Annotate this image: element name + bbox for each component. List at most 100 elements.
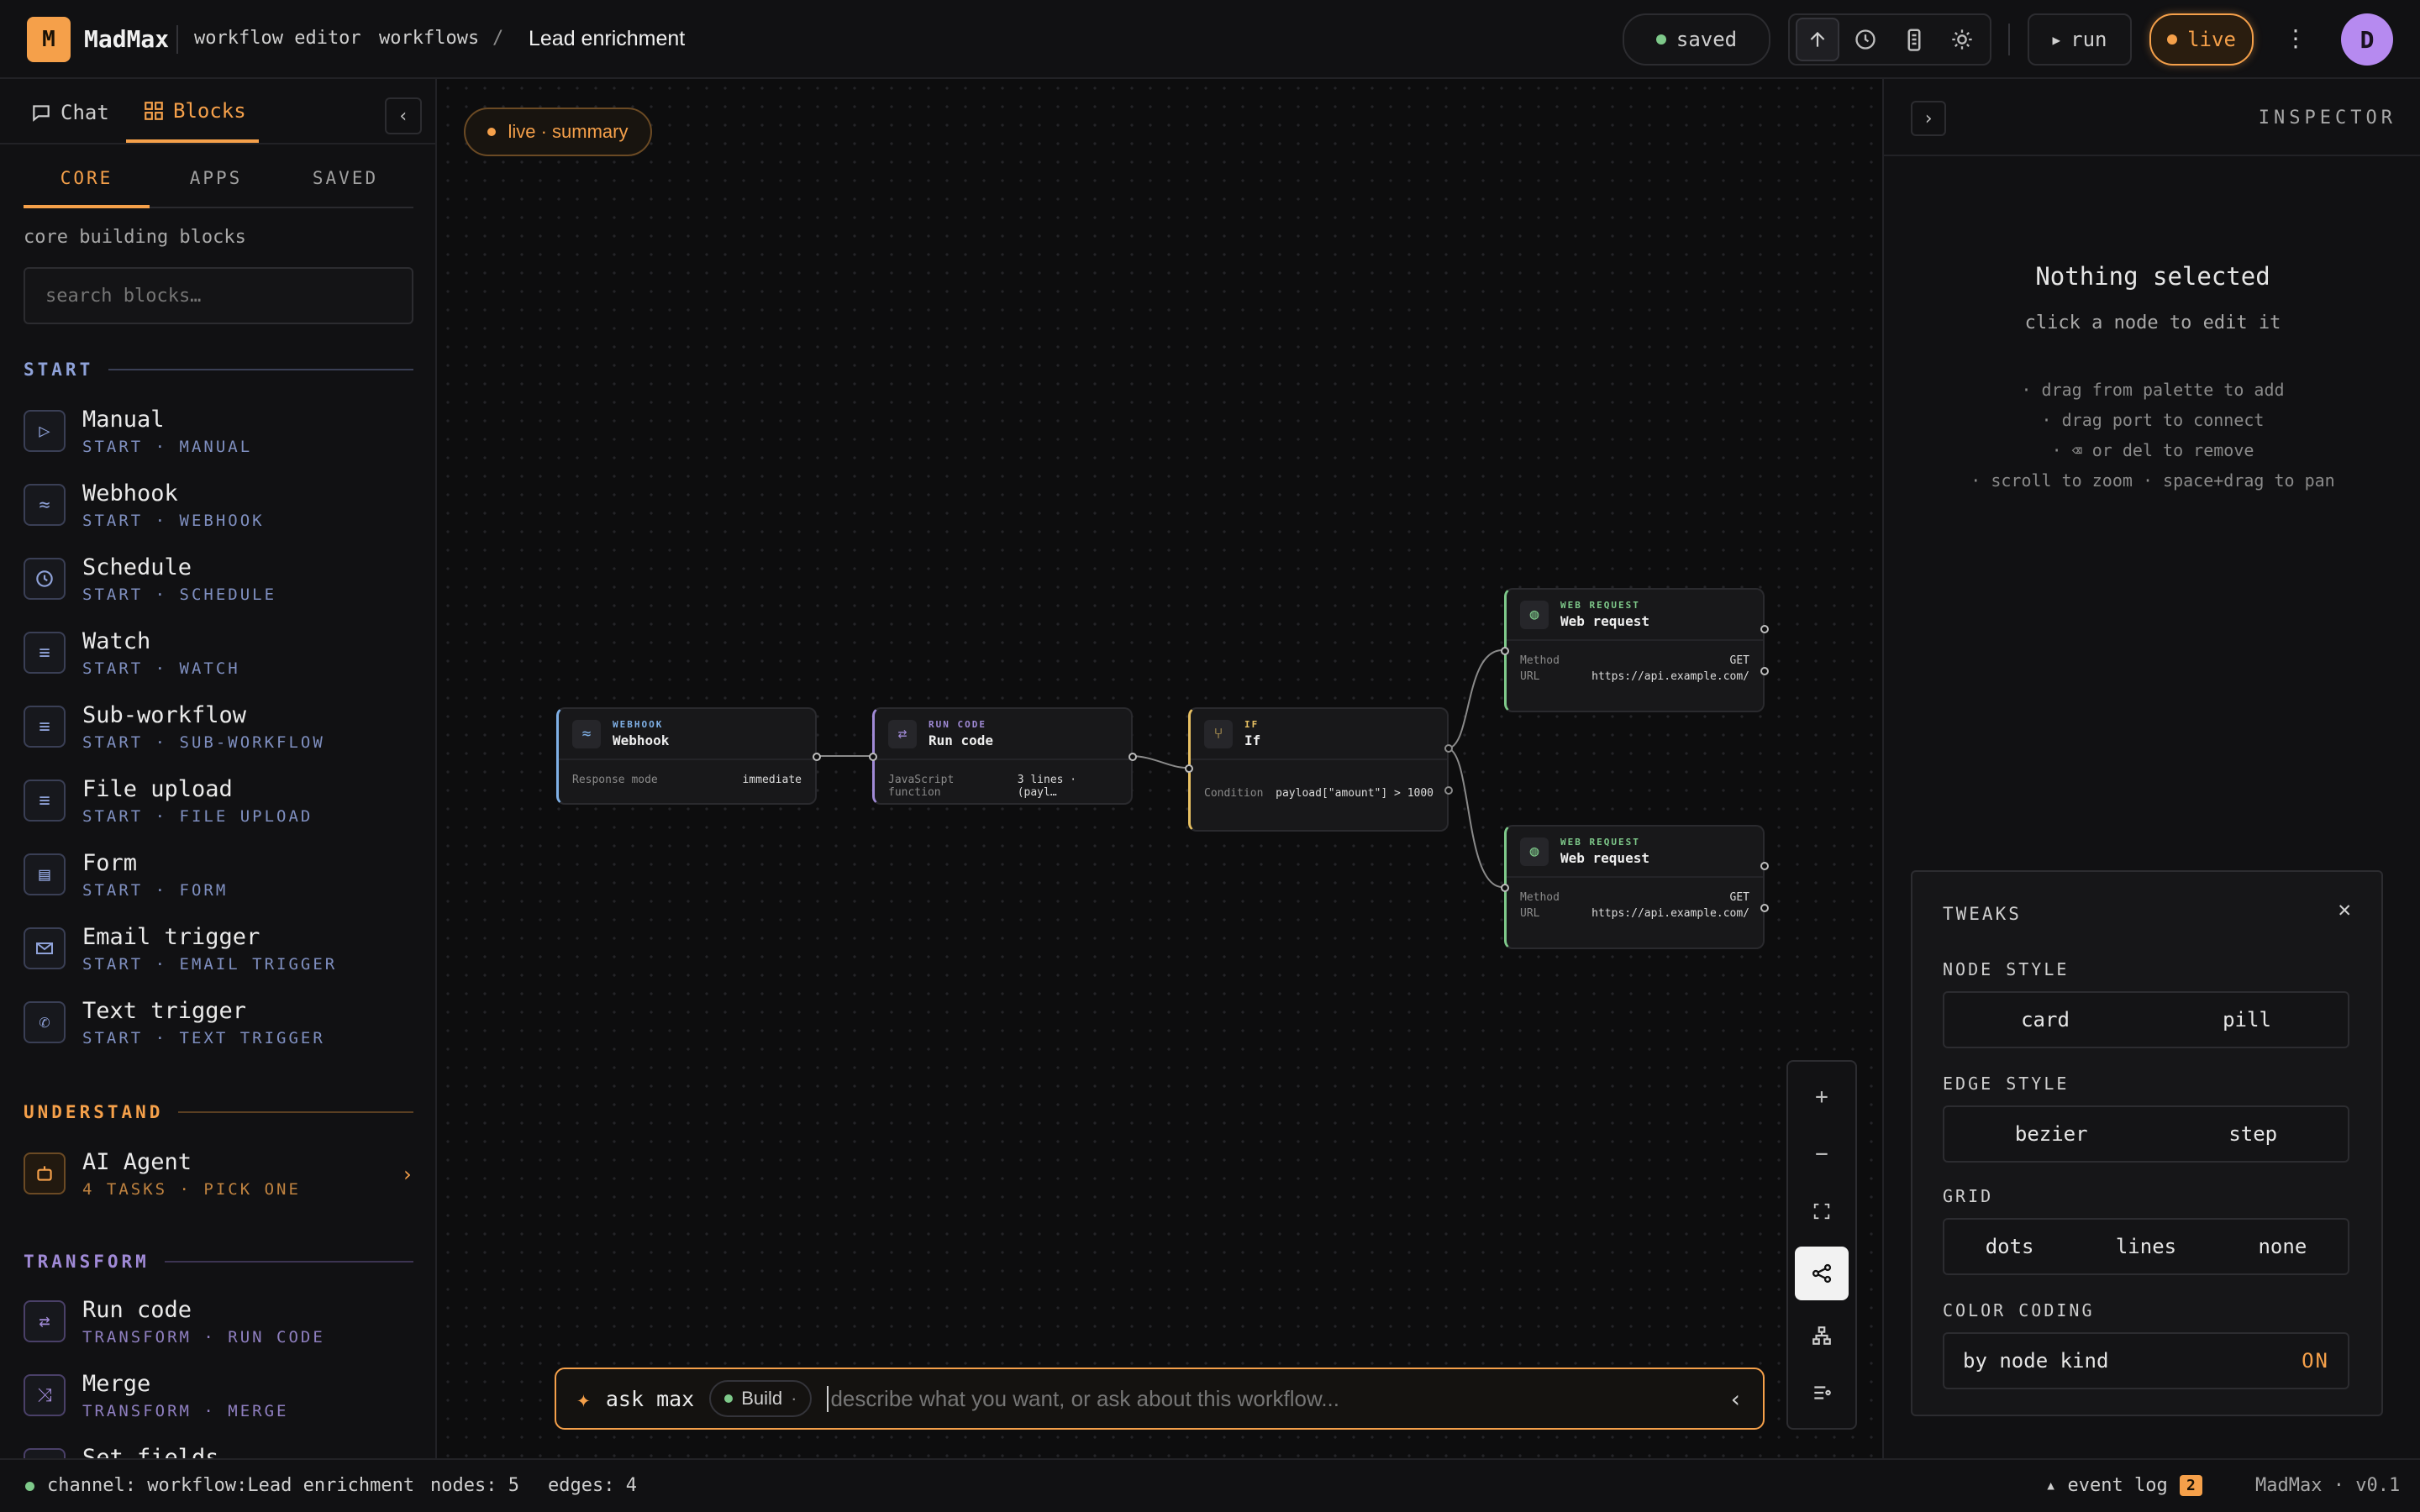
tips-list: · drag from palette to add · drag port t… xyxy=(1884,375,2420,496)
false-port[interactable] xyxy=(1444,786,1453,795)
node-if[interactable]: ⑂ IF If Condition payload["amount"] > 100… xyxy=(1185,707,1453,832)
blocks-sidebar: Chat Blocks ‹ CORE APPS SAVED core build… xyxy=(0,79,437,1458)
block-form[interactable]: ▤ Form START · FORM xyxy=(24,847,413,921)
app-logo[interactable]: M xyxy=(27,17,71,62)
block-schedule[interactable]: Schedule START · SCHEDULE xyxy=(24,551,413,625)
chat-icon xyxy=(33,105,50,122)
collapse-inspector-button[interactable]: › xyxy=(1911,101,1946,136)
collapse-sidebar-button[interactable]: ‹ xyxy=(385,97,422,134)
fit-icon[interactable] xyxy=(1800,1189,1844,1233)
output-port[interactable] xyxy=(1128,753,1137,761)
node-run-code[interactable]: ⇄ RUN CODE Run code JavaScript function 3… xyxy=(869,707,1137,805)
block-manual[interactable]: ▷ Manual START · MANUAL xyxy=(24,403,413,477)
sun-icon[interactable] xyxy=(1940,18,1984,61)
more-vert-icon[interactable]: ⋮ xyxy=(2284,25,2307,52)
block-sub: START · WATCH xyxy=(82,659,240,678)
input-port[interactable] xyxy=(1185,764,1193,773)
output-port[interactable] xyxy=(1760,862,1769,870)
event-count-badge: 2 xyxy=(2180,1475,2202,1496)
battery-icon[interactable] xyxy=(1892,18,1936,61)
live-button[interactable]: live xyxy=(2149,13,2254,66)
tweaks-panel: TWEAKS ✕ NODE STYLE card pill EDGE STYLE… xyxy=(1911,870,2383,1416)
block-sub-workflow[interactable]: ≡ Sub-workflow START · SUB-WORKFLOW xyxy=(24,699,413,773)
event-log-toggle[interactable]: ▴ event log xyxy=(2045,1475,2168,1496)
block-watch[interactable]: ≡ Watch START · WATCH xyxy=(24,625,413,699)
block-name: Webhook xyxy=(82,480,178,507)
true-port[interactable] xyxy=(1444,744,1453,753)
color-coding-toggle[interactable]: by node kind ON xyxy=(1943,1332,2349,1389)
branch-icon: ⑂ xyxy=(1204,719,1233,748)
channel-label: channel: workflow:Lead enrichment xyxy=(47,1475,415,1496)
history-icon[interactable] xyxy=(1844,18,1887,61)
option-lines[interactable]: lines xyxy=(2116,1235,2176,1258)
field-key: Method xyxy=(1520,654,1560,667)
section-title: TRANSFORM xyxy=(24,1252,150,1272)
block-ai-agent[interactable]: AI Agent 4 TASKS · PICK ONE › xyxy=(24,1146,413,1220)
field-key: Response mode xyxy=(572,774,658,786)
zoom-in-icon[interactable]: + xyxy=(1800,1075,1844,1119)
section-transform-heading: TRANSFORM xyxy=(24,1252,413,1272)
empty-title: Nothing selected xyxy=(2035,262,2270,291)
color-coding-label: COLOR CODING xyxy=(1943,1300,2095,1320)
input-port[interactable] xyxy=(1501,647,1509,655)
divider xyxy=(178,1111,413,1113)
zoom-out-icon[interactable]: − xyxy=(1800,1132,1844,1176)
block-sub: START · FORM xyxy=(82,881,229,900)
error-port[interactable] xyxy=(1760,667,1769,675)
breadcrumb-current[interactable]: Lead enrichment xyxy=(529,27,685,51)
block-sub: START · MANUAL xyxy=(82,438,253,456)
option-bezier[interactable]: bezier xyxy=(2015,1122,2088,1146)
hierarchy-icon[interactable] xyxy=(1800,1314,1844,1357)
tab-blocks[interactable]: Blocks xyxy=(143,99,246,123)
node-webhook[interactable]: ≈ WEBHOOK Webhook Response mode immediate xyxy=(556,707,821,805)
block-email-trigger[interactable]: Email trigger START · EMAIL TRIGGER xyxy=(24,921,413,995)
workflow-canvas[interactable]: live · summary ≈ WEBHOOK Webhook Respons… xyxy=(439,79,1882,1458)
option-dots[interactable]: dots xyxy=(1986,1235,2034,1258)
subtab-apps[interactable]: APPS xyxy=(153,168,279,188)
subtab-core[interactable]: CORE xyxy=(24,168,150,188)
block-file-upload[interactable]: ≡ File upload START · FILE UPLOAD xyxy=(24,773,413,847)
input-port[interactable] xyxy=(1501,884,1509,892)
block-text-trigger[interactable]: ✆ Text trigger START · TEXT TRIGGER xyxy=(24,995,413,1068)
field-value: payload["amount"] > 1000 xyxy=(1276,787,1434,800)
sparkle-icon: ✦ xyxy=(576,1384,591,1413)
node-web-request-1[interactable]: ◍ WEB REQUEST Web request Method GET URL h… xyxy=(1501,588,1769,712)
block-name: Email trigger xyxy=(82,924,260,950)
chevron-right-icon: › xyxy=(1923,108,1934,129)
subtab-saved[interactable]: SAVED xyxy=(282,168,408,188)
option-card[interactable]: card xyxy=(2021,1008,2070,1032)
block-set-fields[interactable]: ≡ Set fields xyxy=(24,1441,413,1458)
block-name: File upload xyxy=(82,776,233,802)
node-web-request-2[interactable]: ◍ WEB REQUEST Web request Method GET URL h… xyxy=(1501,825,1769,949)
ask-max-input[interactable] xyxy=(827,1385,1714,1412)
error-port[interactable] xyxy=(1760,904,1769,912)
block-sub: 4 TASKS · PICK ONE xyxy=(82,1180,301,1199)
option-step[interactable]: step xyxy=(2228,1122,2277,1146)
block-name: Text trigger xyxy=(82,998,247,1024)
input-port[interactable] xyxy=(869,753,877,761)
block-webhook[interactable]: ≈ Webhook START · WEBHOOK xyxy=(24,477,413,551)
field-key: Condition xyxy=(1204,787,1264,800)
share-graph-icon[interactable] xyxy=(1795,1247,1849,1300)
output-port[interactable] xyxy=(813,753,821,761)
upload-icon[interactable] xyxy=(1795,18,1839,61)
mode-caret-icon: · xyxy=(791,1388,797,1409)
output-port[interactable] xyxy=(1760,625,1769,633)
run-button[interactable]: ▶ run xyxy=(2028,13,2132,66)
app-name: MadMax xyxy=(84,25,170,53)
breadcrumb-workflows[interactable]: workflows xyxy=(379,28,479,49)
mode-select[interactable]: Build · xyxy=(709,1380,813,1417)
top-bar: M MadMax workflow editor workflows / Lea… xyxy=(0,0,2420,79)
block-name: Set fields xyxy=(82,1445,219,1458)
search-blocks-input[interactable] xyxy=(24,267,413,324)
option-none[interactable]: none xyxy=(2258,1235,2307,1258)
tab-chat[interactable]: Chat xyxy=(30,101,109,124)
option-pill[interactable]: pill xyxy=(2223,1008,2271,1032)
list-settings-icon[interactable] xyxy=(1800,1371,1844,1415)
block-merge[interactable]: ⤨ Merge TRANSFORM · MERGE xyxy=(24,1368,413,1441)
color-coding-state: ON xyxy=(2302,1349,2329,1373)
close-icon[interactable]: ✕ xyxy=(2338,897,2351,922)
collapse-ask-icon[interactable]: ‹ xyxy=(1728,1385,1743,1413)
avatar[interactable]: D xyxy=(2341,13,2393,66)
block-run-code[interactable]: ⇄ Run code TRANSFORM · RUN CODE xyxy=(24,1294,413,1368)
